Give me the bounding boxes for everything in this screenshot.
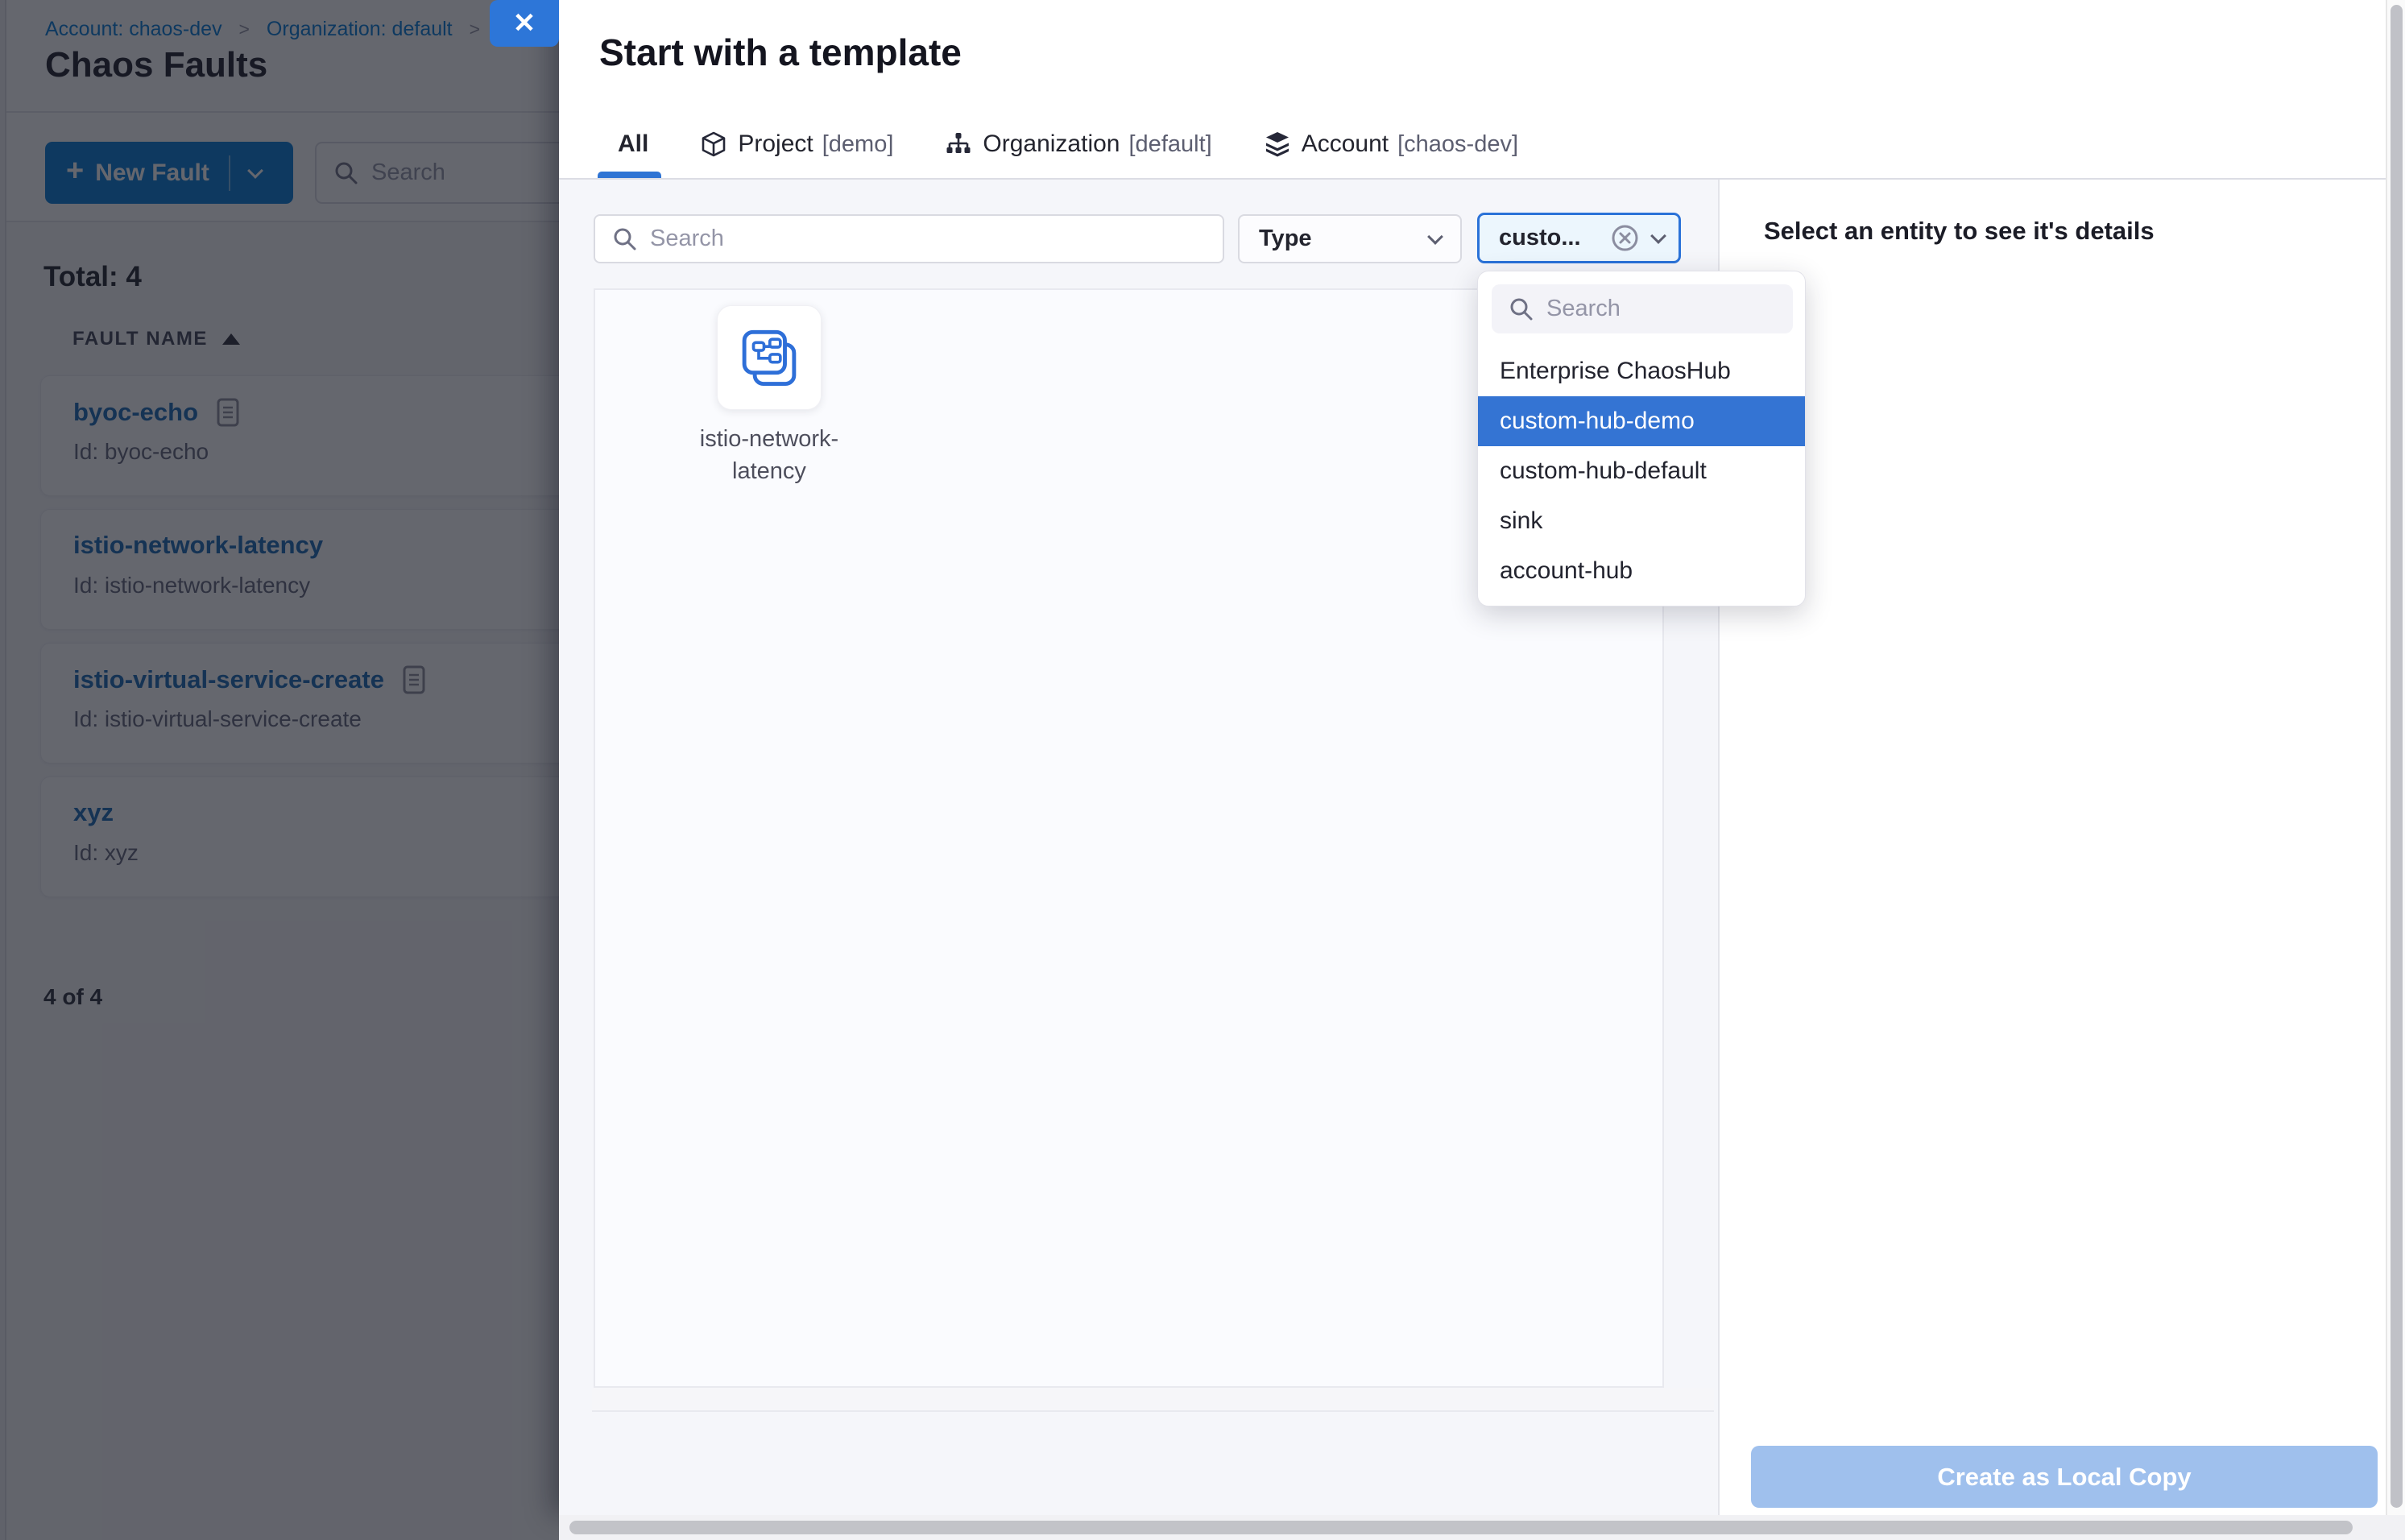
vertical-scrollbar-thumb[interactable] (2391, 5, 2403, 1508)
chevron-down-icon (1427, 229, 1443, 245)
chaoshub-filter-dropdown[interactable]: custo... (1477, 213, 1681, 263)
menu-item[interactable]: Enterprise ChaosHub (1478, 346, 1805, 396)
start-with-template-modal: ✕ Start with a template All Project [dem… (559, 0, 2405, 1515)
tab-all[interactable]: All (618, 130, 648, 158)
tab-scope-badge: [demo] (822, 131, 894, 158)
tab-account[interactable]: Account [chaos-dev] (1264, 130, 1518, 158)
chevron-down-icon (1650, 228, 1666, 244)
type-filter-dropdown[interactable]: Type (1238, 214, 1462, 263)
search-icon (1509, 297, 1534, 321)
template-item[interactable]: istio-network-latency (664, 305, 874, 487)
chaoshub-dropdown-menu: Enterprise ChaosHub custom-hub-demo cust… (1477, 271, 1806, 606)
dropdown-search (1492, 284, 1793, 333)
tab-project[interactable]: Project [demo] (700, 130, 893, 158)
cube-icon (700, 130, 727, 158)
horizontal-scrollbar[interactable] (559, 1515, 2405, 1540)
tab-organization[interactable]: Organization [default] (945, 130, 1211, 158)
close-icon: ✕ (513, 7, 536, 39)
create-as-local-copy-button[interactable]: Create as Local Copy (1751, 1446, 2378, 1508)
clear-filter-icon[interactable] (1610, 223, 1640, 253)
close-button[interactable]: ✕ (490, 0, 559, 47)
template-card[interactable] (717, 305, 822, 410)
menu-item[interactable]: account-hub (1478, 546, 1805, 596)
details-empty-message: Select an entity to see it's details (1764, 217, 2155, 246)
tab-scope-badge: [default] (1129, 131, 1212, 158)
workflow-copy-icon (738, 326, 801, 389)
template-search (594, 214, 1224, 263)
tab-scope-badge: [chaos-dev] (1397, 131, 1518, 158)
template-search-input[interactable] (650, 226, 1089, 252)
template-grid-footer (592, 1388, 1714, 1412)
template-name: istio-network-latency (691, 423, 848, 487)
menu-item[interactable]: sink (1478, 496, 1805, 546)
vertical-scrollbar[interactable] (2386, 0, 2405, 1540)
menu-item-selected[interactable]: custom-hub-demo (1478, 396, 1805, 446)
template-scope-tabs: All Project [demo] Or (618, 126, 1518, 163)
search-icon (613, 227, 637, 251)
details-panel: Select an entity to see it's details Cre… (1720, 180, 2405, 1515)
modal-title: Start with a template (599, 31, 962, 74)
dropdown-search-input[interactable] (1546, 296, 1742, 322)
layers-icon (1264, 130, 1291, 158)
menu-item[interactable]: custom-hub-default (1478, 446, 1805, 496)
org-chart-icon (945, 130, 972, 158)
horizontal-scrollbar-thumb[interactable] (569, 1521, 2353, 1534)
